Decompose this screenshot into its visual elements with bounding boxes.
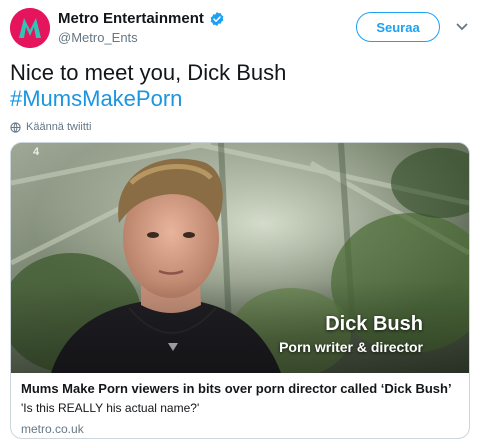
avatar[interactable] <box>10 8 50 48</box>
account-handle[interactable]: @Metro_Ents <box>58 30 138 45</box>
hashtag-link[interactable]: #MumsMakePorn <box>10 86 470 112</box>
chevron-down-icon[interactable] <box>456 22 468 32</box>
overlay-name: Dick Bush <box>325 313 423 335</box>
overlay-role: Porn writer & director <box>279 339 423 355</box>
account-name-row[interactable]: Metro Entertainment <box>58 10 225 27</box>
card-domain: metro.co.uk <box>21 422 84 436</box>
translate-tweet-link[interactable]: Käännä twiitti <box>10 121 91 133</box>
translate-label[interactable]: Käännä twiitti <box>26 121 91 133</box>
tweet-body: Nice to meet you, Dick Bush <box>10 60 287 85</box>
link-card[interactable]: 4 Dick Bush Porn writer & director Mums … <box>10 142 470 439</box>
verified-badge-icon <box>210 11 224 26</box>
card-title[interactable]: Mums Make Porn viewers in bits over porn… <box>21 381 459 396</box>
tweet-text: Nice to meet you, Dick Bush #MumsMakePor… <box>10 60 470 112</box>
card-description: 'Is this REALLY his actual name?' <box>21 401 200 415</box>
metro-logo-icon <box>10 8 50 48</box>
card-image[interactable]: 4 Dick Bush Porn writer & director <box>11 143 469 373</box>
follow-button[interactable]: Seuraa <box>356 12 440 42</box>
account-name[interactable]: Metro Entertainment <box>58 10 204 27</box>
globe-icon <box>10 121 21 133</box>
card-body[interactable]: Mums Make Porn viewers in bits over porn… <box>11 374 469 436</box>
